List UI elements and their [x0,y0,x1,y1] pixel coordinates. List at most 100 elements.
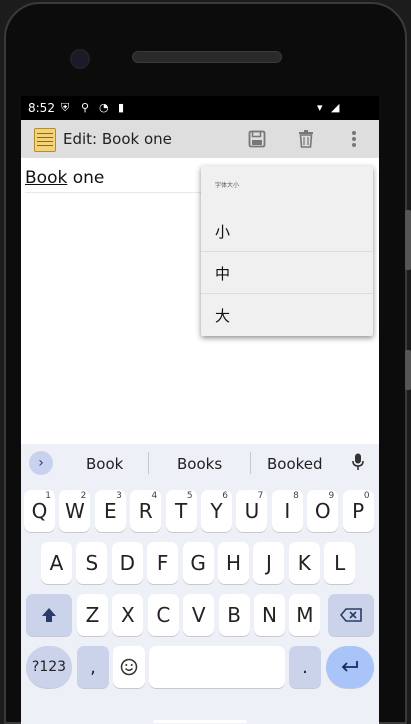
delete-icon [299,130,313,148]
key-label: U [244,499,260,523]
key-hint: 3 [116,491,122,501]
delete-button[interactable] [293,126,319,152]
key-label: P [352,499,365,523]
key-g[interactable]: G [182,542,214,584]
shield-icon: ⛨ [61,101,70,114]
key-p[interactable]: P0 [342,490,374,532]
sd-card-icon: ▮ [118,101,125,114]
soft-keyboard: › Book Books Booked Q1W2E3R4T5Y6U7I8O9P0… [21,444,379,724]
key-hint: 5 [186,491,193,501]
emoji-icon [120,658,138,676]
device-frame: 8:52 ⛨ ⚲ ◔ ▮ ▾ ◢ Edit: Book one Book one… [0,0,411,724]
key-label: T [174,499,188,523]
usb-icon: ⚲ [81,101,90,114]
app-bar: Edit: Book one [21,120,379,158]
suggestion-booked[interactable]: Booked [267,455,323,473]
key-a[interactable]: A [41,542,72,584]
wifi-icon: ▾ [317,101,323,114]
key-hint: 4 [151,491,158,501]
navigation-bar [21,714,379,724]
key-k[interactable]: K [288,542,320,584]
more-vert-icon [352,131,356,147]
editor-rest-text: one [67,168,105,188]
font-size-medium-option[interactable]: 中 [201,252,373,294]
key-r[interactable]: R4 [130,490,162,532]
key-label: I [284,499,291,523]
editor-text[interactable]: Book one [25,168,104,188]
suggestion-divider [250,452,251,474]
key-hint: 9 [328,491,335,501]
font-size-menu: 字体大小 小 中 大 [201,166,373,336]
earpiece-speaker [132,51,282,63]
key-b[interactable]: B [218,594,250,636]
editor-underline [25,192,225,193]
key-hint: 7 [257,491,264,501]
shift-icon [42,608,56,622]
key-h[interactable]: H [218,542,249,584]
enter-key[interactable] [326,646,374,688]
backspace-icon [340,608,362,622]
wifi-off-icon: ◔ [99,101,109,114]
status-time: 8:52 [28,101,55,115]
key-label: Q [31,499,48,523]
key-hint: 1 [45,491,51,501]
key-v[interactable]: V [183,594,215,636]
key-y[interactable]: Y6 [201,490,232,532]
key-j[interactable]: J [253,542,285,584]
key-l[interactable]: L [324,542,356,584]
composing-word: Book [25,168,68,188]
page-title: Edit: Book one [63,130,172,148]
key-f[interactable]: F [147,542,179,584]
power-button [405,350,411,390]
suggestion-books[interactable]: Books [177,455,222,473]
suggestion-strip: › Book Books Booked [21,444,379,482]
key-q[interactable]: Q1 [24,490,55,532]
save-icon [248,130,266,148]
volume-button [405,210,411,270]
key-w[interactable]: W2 [59,490,91,532]
key-i[interactable]: I8 [271,490,303,532]
notepad-icon [34,128,56,152]
font-size-large-option[interactable]: 大 [201,294,373,336]
key-n[interactable]: N [254,594,285,636]
status-bar: 8:52 ⛨ ⚲ ◔ ▮ ▾ ◢ [21,96,379,120]
comma-key[interactable]: , [77,646,109,688]
microphone-icon[interactable] [352,453,364,471]
phone-screen: 8:52 ⛨ ⚲ ◔ ▮ ▾ ◢ Edit: Book one Book one… [21,96,379,724]
key-x[interactable]: X [112,594,144,636]
key-z[interactable]: Z [77,594,108,636]
key-d[interactable]: D [111,542,143,584]
home-gesture-bar[interactable] [153,720,247,723]
key-u[interactable]: U7 [236,490,268,532]
suggestion-book[interactable]: Book [86,455,123,473]
suggestion-divider [148,452,149,474]
key-o[interactable]: O9 [307,490,339,532]
period-key[interactable]: . [289,646,321,688]
emoji-key[interactable] [113,646,145,688]
key-s[interactable]: S [76,542,108,584]
key-t[interactable]: T5 [165,490,197,532]
backspace-key[interactable] [328,594,374,636]
enter-icon [341,661,358,672]
front-camera [70,49,90,69]
key-e[interactable]: E3 [94,490,126,532]
key-label: R [138,499,153,523]
key-hint: 0 [363,491,370,501]
key-c[interactable]: C [147,594,179,636]
key-hint: 8 [293,491,299,501]
key-hint: 2 [80,491,87,501]
key-label: W [65,499,85,523]
shift-key[interactable] [26,594,72,636]
font-size-small-option[interactable]: 小 [201,210,373,252]
save-button[interactable] [244,126,270,152]
signal-icon: ◢ [331,101,340,114]
chevron-right-icon[interactable]: › [29,451,53,475]
key-hint: 6 [222,491,228,501]
font-size-menu-header: 字体大小 [215,182,240,189]
key-label: E [103,499,117,523]
overflow-menu-button[interactable] [341,126,367,152]
space-key[interactable] [149,646,285,688]
symbols-key[interactable]: ?123 [26,646,72,688]
key-label: O [314,499,331,523]
key-m[interactable]: M [289,594,321,636]
